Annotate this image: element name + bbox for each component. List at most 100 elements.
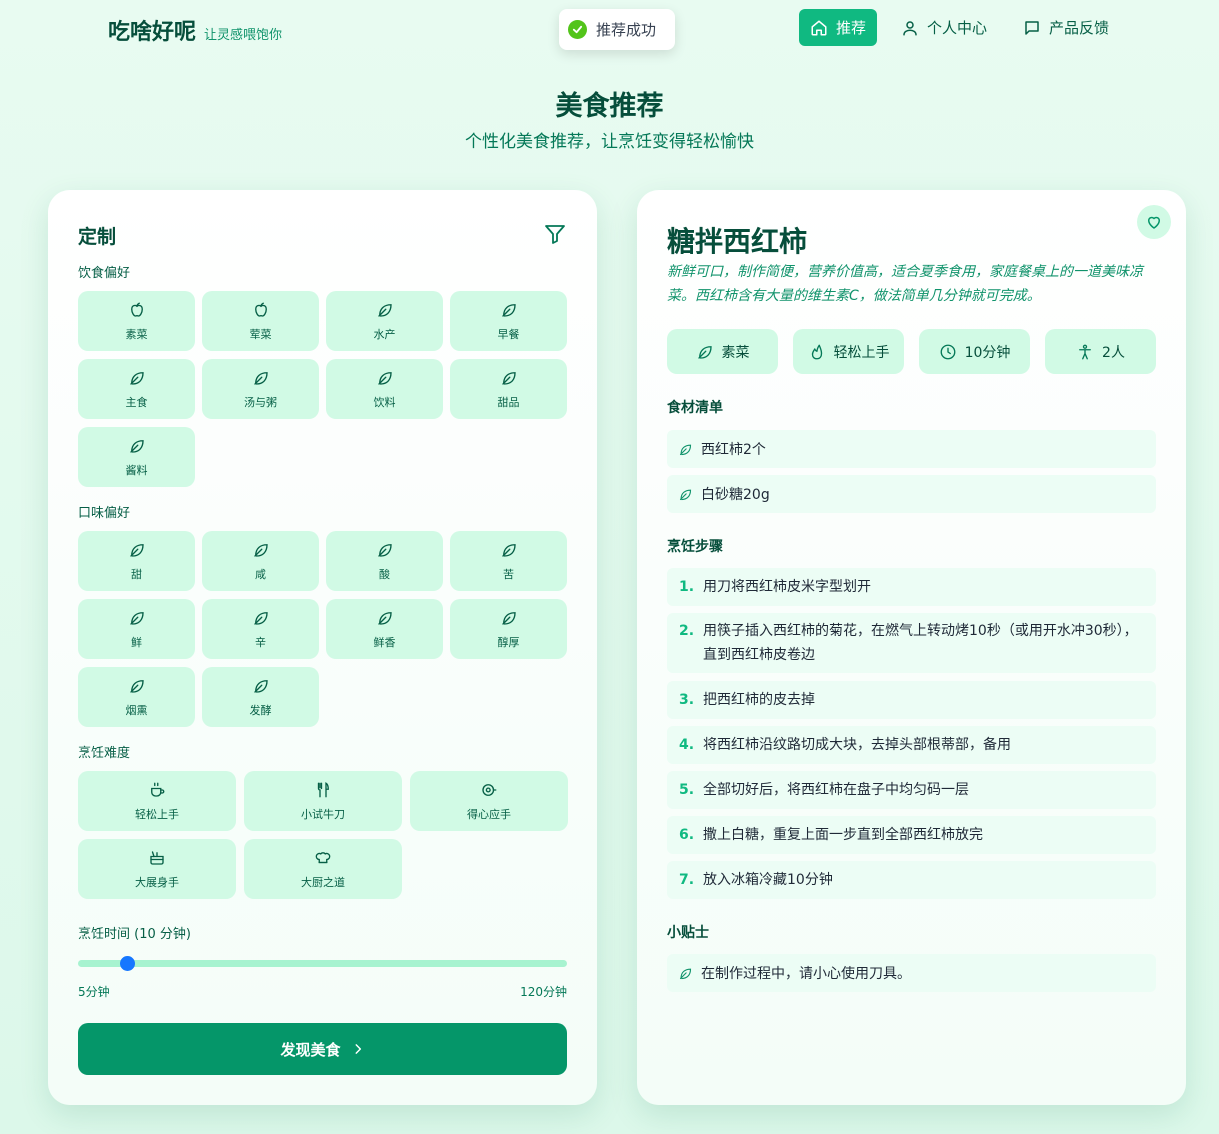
clock-icon — [940, 344, 956, 359]
step-item: 5. 全部切好后，将西红柿在盘子中均匀码一层 — [667, 771, 1156, 809]
main-nav: 推荐 个人中心 产品反馈 — [799, 9, 1121, 46]
taste-option-label: 甜 — [131, 567, 142, 581]
taste-option-label: 鲜 — [131, 635, 142, 649]
taste-option[interactable]: 酸 — [326, 531, 443, 591]
diet-option[interactable]: 饮料 — [326, 359, 443, 419]
leaf-icon — [252, 369, 270, 390]
diet-option[interactable]: 荤菜 — [202, 291, 319, 351]
step-item: 3. 把西红柿的皮去掉 — [667, 681, 1156, 719]
taste-option-label: 鲜香 — [373, 635, 396, 649]
leaf-icon — [128, 437, 146, 458]
ingredients-title: 食材清单 — [667, 400, 723, 416]
taste-option-label: 发酵 — [249, 703, 272, 717]
diet-option[interactable]: 素菜 — [78, 291, 195, 351]
step-text: 用筷子插入西红柿的菊花，在燃气上转动烤10秒（或用开水冲30秒），直到西红柿皮卷… — [703, 623, 1138, 663]
leaf-icon — [376, 301, 394, 322]
taste-option[interactable]: 苦 — [450, 531, 567, 591]
brand-name[interactable]: 吃啥好呢 — [108, 14, 196, 46]
leaf-icon — [500, 541, 518, 562]
discover-button[interactable]: 发现美食 — [78, 1023, 567, 1075]
pan-icon — [480, 781, 498, 802]
step-text: 撒上白糖，重复上面一步直到全部西红柿放完 — [703, 827, 983, 843]
taste-option-label: 酸 — [379, 567, 390, 581]
success-toast: 推荐成功 — [559, 9, 675, 50]
leaf-icon — [679, 444, 692, 455]
diet-option-label: 早餐 — [497, 327, 520, 341]
taste-option-label: 烟熏 — [125, 703, 148, 717]
nav-item-profile[interactable]: 个人中心 — [889, 9, 999, 46]
ingredient-item: 白砂糖20g — [667, 475, 1156, 513]
tip-item: 在制作过程中，请小心使用刀具。 — [667, 954, 1156, 992]
taste-option[interactable]: 烟熏 — [78, 667, 195, 727]
diet-option[interactable]: 酱料 — [78, 427, 195, 487]
step-text: 把西红柿的皮去掉 — [703, 692, 815, 708]
difficulty-option-label: 大厨之道 — [301, 875, 345, 889]
taste-label: 口味偏好 — [78, 506, 131, 521]
taste-option[interactable]: 醇厚 — [450, 599, 567, 659]
tag-servings: 2人 — [1045, 329, 1156, 374]
tips-title: 小贴士 — [667, 925, 709, 941]
diet-options: 素菜 荤菜 水产 早餐主食 汤与粥 饮料 甜品酱料 — [78, 291, 567, 487]
ingredient-text: 白砂糖20g — [701, 487, 770, 503]
flame-icon — [811, 344, 822, 359]
nav-label-recommend: 推荐 — [836, 19, 867, 37]
leaf-icon — [252, 541, 270, 562]
toast-text: 推荐成功 — [596, 21, 657, 39]
diet-option-label: 饮料 — [373, 395, 396, 409]
utensils-icon — [314, 781, 332, 802]
step-number: 3. — [679, 692, 695, 708]
difficulty-option-label: 大展身手 — [135, 875, 179, 889]
favorite-button[interactable] — [1137, 205, 1171, 239]
diet-option[interactable]: 主食 — [78, 359, 195, 419]
taste-option[interactable]: 咸 — [202, 531, 319, 591]
taste-option[interactable]: 发酵 — [202, 667, 319, 727]
difficulty-option-label: 得心应手 — [467, 807, 511, 821]
difficulty-option[interactable]: 轻松上手 — [78, 771, 236, 831]
customize-panel: 定制 饮食偏好 素菜 荤菜 水产 早餐 主食 汤与粥 饮料 甜品 酱料 口味偏好 甜 咸 酸 苦鲜 辛 鲜… — [48, 190, 597, 1105]
difficulty-option-label: 轻松上手 — [135, 807, 179, 821]
taste-options: 甜 咸 酸 苦鲜 辛 鲜香 醇厚烟熏 发酵 — [78, 531, 567, 727]
apple-icon — [128, 301, 146, 322]
check-circle-icon — [568, 20, 587, 39]
ingredient-item: 西红柿2个 — [667, 430, 1156, 468]
taste-option[interactable]: 辛 — [202, 599, 319, 659]
nav-item-feedback[interactable]: 产品反馈 — [1011, 9, 1121, 46]
dish-tags: 素菜 轻松上手 10分钟 2人 — [667, 329, 1156, 374]
page-title: 美食推荐 — [555, 91, 664, 122]
leaf-icon — [128, 609, 146, 630]
taste-option[interactable]: 甜 — [78, 531, 195, 591]
step-item: 4. 将西红柿沿纹路切成大块，去掉头部根蒂部，备用 — [667, 726, 1156, 764]
chevron-right-icon — [355, 1044, 361, 1054]
tag-servings-label: 2人 — [1102, 344, 1125, 361]
diet-option[interactable]: 早餐 — [450, 291, 567, 351]
time-slider[interactable] — [78, 956, 567, 971]
leaf-icon — [128, 541, 146, 562]
slider-min-label: 5分钟 — [78, 985, 110, 999]
taste-option[interactable]: 鲜香 — [326, 599, 443, 659]
slider-handle[interactable] — [120, 956, 136, 971]
taste-option[interactable]: 鲜 — [78, 599, 195, 659]
diet-option[interactable]: 汤与粥 — [202, 359, 319, 419]
brand[interactable]: 吃啥好呢 让灵感喂饱你 — [108, 14, 282, 46]
filter-icon[interactable] — [543, 222, 567, 246]
leaf-icon — [679, 489, 692, 500]
heart-icon — [1148, 216, 1160, 229]
difficulty-option[interactable]: 得心应手 — [410, 771, 568, 831]
difficulty-option[interactable]: 大展身手 — [78, 839, 236, 899]
nav-item-recommend[interactable]: 推荐 — [799, 9, 878, 46]
tag-category-label: 素菜 — [721, 344, 750, 361]
tip-text: 在制作过程中，请小心使用刀具。 — [701, 966, 911, 982]
diet-option-label: 荤菜 — [249, 327, 272, 341]
discover-button-label: 发现美食 — [280, 1040, 341, 1059]
difficulty-label: 烹饪难度 — [78, 746, 131, 761]
diet-option[interactable]: 甜品 — [450, 359, 567, 419]
apple-icon — [252, 301, 270, 322]
taste-option-label: 苦 — [503, 567, 514, 581]
customize-title: 定制 — [78, 226, 117, 248]
difficulty-option[interactable]: 大厨之道 — [244, 839, 402, 899]
diet-option[interactable]: 水产 — [326, 291, 443, 351]
user-icon — [903, 20, 917, 35]
diet-option-label: 酱料 — [125, 463, 148, 477]
difficulty-option[interactable]: 小试牛刀 — [244, 771, 402, 831]
diet-option-label: 素菜 — [125, 327, 148, 341]
